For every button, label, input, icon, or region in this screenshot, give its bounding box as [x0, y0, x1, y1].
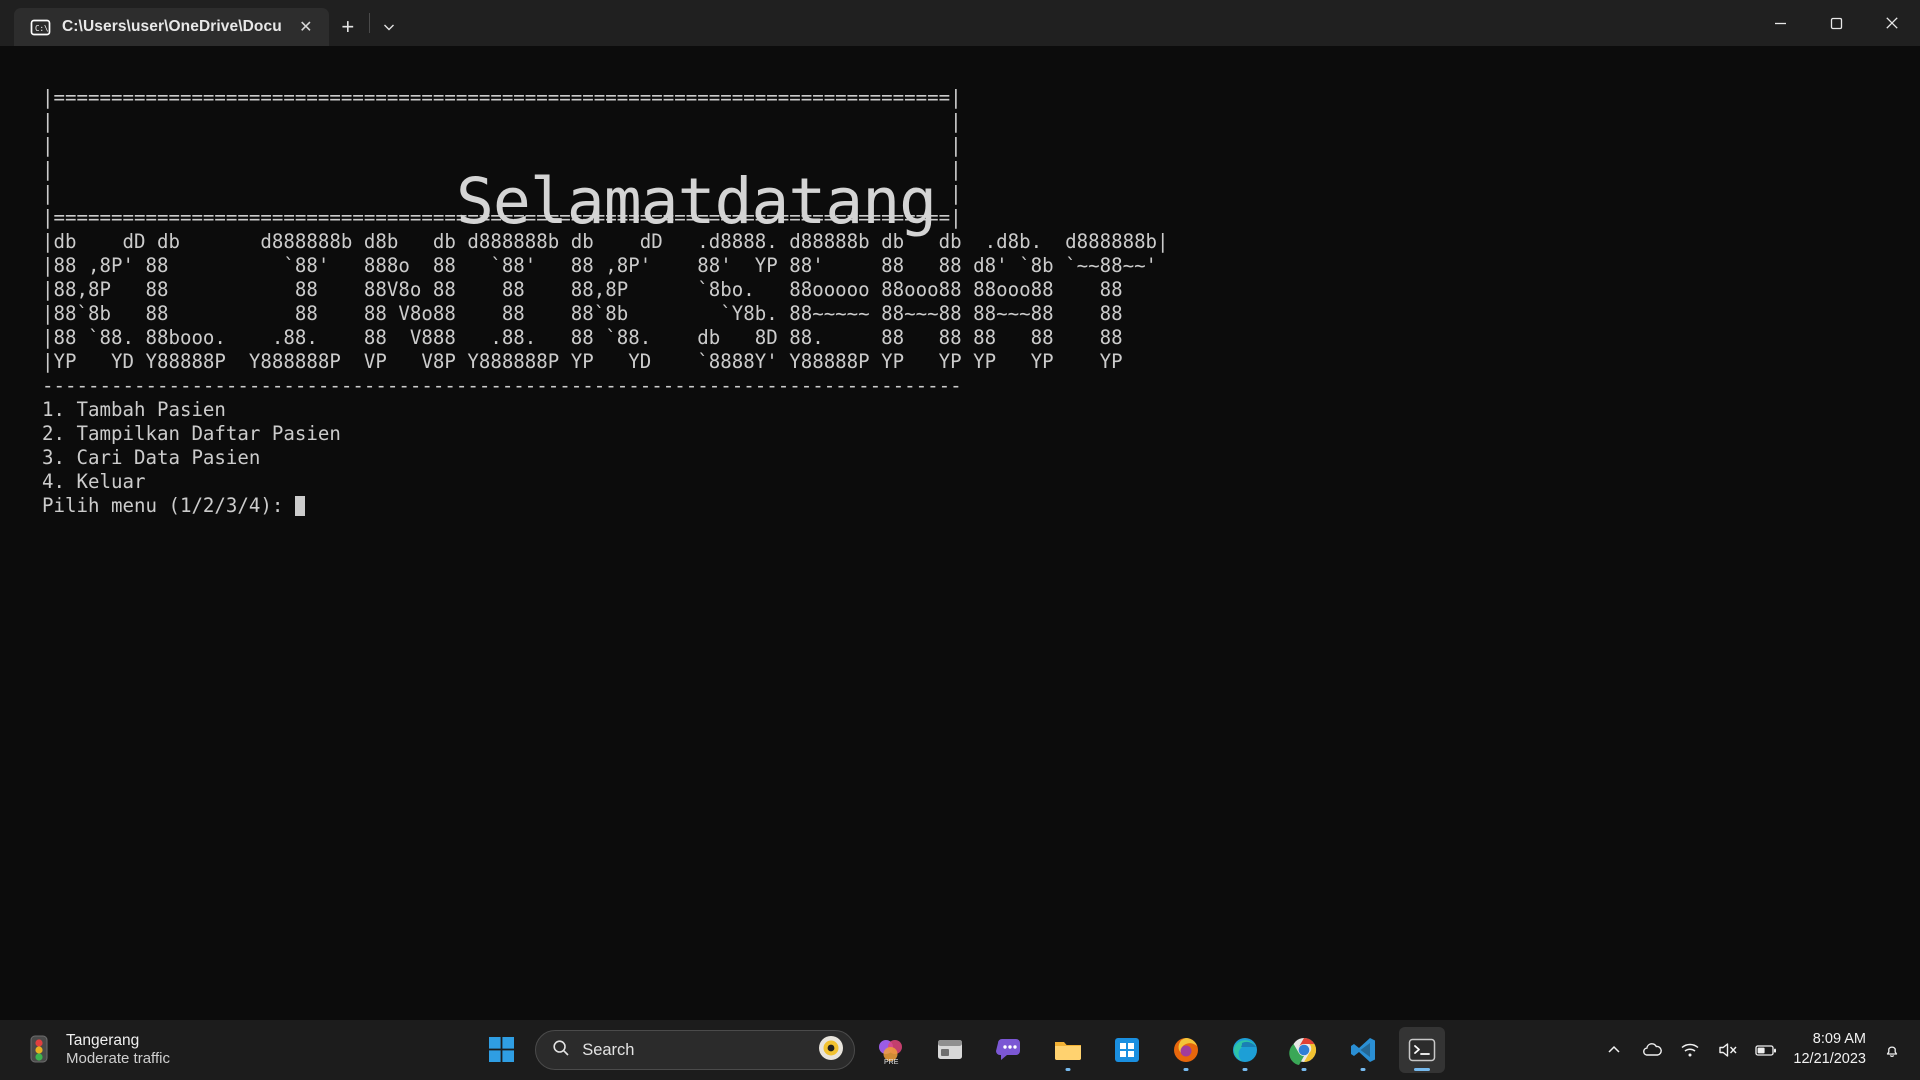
- menu-item-cari-data-pasien[interactable]: 3. Cari Data Pasien: [42, 446, 1920, 470]
- clock-date: 12/21/2023: [1793, 1051, 1866, 1067]
- weather-condition-label: Moderate traffic: [66, 1050, 170, 1068]
- google-chrome-icon[interactable]: [1281, 1027, 1327, 1073]
- tab-strip: C:\ C:\Users\user\OneDrive\Docu ✕ +: [0, 0, 406, 46]
- prompt-text: Pilih menu (1/2/3/4):: [42, 494, 295, 517]
- windows-start-icon[interactable]: [482, 1030, 522, 1070]
- text-cursor: [294, 496, 305, 516]
- terminal-viewport[interactable]: |=======================================…: [0, 46, 1920, 1020]
- command-prompt-icon: C:\: [30, 17, 51, 38]
- ascii-art-row: |88,8P 88 88 88V8o 88 88 88,8P `8bo. 88o…: [42, 278, 1158, 301]
- banner-blank-1: | |: [42, 110, 962, 133]
- ascii-art-row: |88`8b 88 88 88 V8o88 88 88`8b `Y8b. 88~…: [42, 302, 1158, 325]
- wifi-icon[interactable]: [1673, 1030, 1707, 1070]
- taskbar-center-group: Search PRE: [330, 1027, 1597, 1073]
- banner-title-text: Selamatdatang: [456, 165, 937, 238]
- banner-mid-border: |=======================================…: [42, 206, 962, 229]
- window-controls: [1752, 0, 1920, 46]
- banner-blank-3: | |: [42, 158, 962, 181]
- menu-item-keluar[interactable]: 4. Keluar: [42, 470, 1920, 494]
- tab-dropdown-chevron-down-icon[interactable]: [372, 8, 406, 46]
- vs-code-icon[interactable]: [1340, 1027, 1386, 1073]
- system-tray: 8:09 AM 12/21/2023: [1597, 1030, 1920, 1070]
- ascii-art-row: |88 ,8P' 88 `88' 888o 88 `88' 88 ,8P' 88…: [42, 254, 1158, 277]
- firefox-icon[interactable]: [1163, 1027, 1209, 1073]
- windows-taskbar: Tangerang Moderate traffic Search PRE 8:…: [0, 1020, 1920, 1080]
- taskbar-clock[interactable]: 8:09 AM 12/21/2023: [1787, 1030, 1874, 1069]
- search-icon: [552, 1039, 570, 1061]
- menu-item-tambah-pasien[interactable]: 1. Tambah Pasien: [42, 398, 1920, 422]
- svg-text:PRE: PRE: [884, 1059, 899, 1065]
- close-window-button[interactable]: [1864, 0, 1920, 46]
- file-explorer-icon[interactable]: [1045, 1027, 1091, 1073]
- menu-prompt-line[interactable]: Pilih menu (1/2/3/4):: [42, 494, 1920, 518]
- taskbar-search-input[interactable]: Search: [535, 1030, 856, 1070]
- banner-top-border: |=======================================…: [42, 86, 962, 109]
- speaker-muted-icon[interactable]: [1711, 1030, 1745, 1070]
- chat-icon[interactable]: [986, 1027, 1032, 1073]
- svg-text:C:\: C:\: [35, 24, 49, 33]
- menu-item-tampilkan-daftar-pasien[interactable]: 2. Tampilkan Daftar Pasien: [42, 422, 1920, 446]
- traffic-light-icon: [22, 1033, 56, 1067]
- microsoft-store-icon[interactable]: [1104, 1027, 1150, 1073]
- tabbar-divider: [368, 13, 370, 33]
- adobe-premiere-icon[interactable]: PRE: [868, 1027, 914, 1073]
- tab-title: C:\Users\user\OneDrive\Docu: [62, 18, 282, 35]
- menu-separator: ----------------------------------------…: [42, 374, 962, 397]
- ascii-art-row: |88 `88. 88booo. .88. 88 V888 .88. 88 `8…: [42, 326, 1158, 349]
- windows-terminal-icon[interactable]: [1399, 1027, 1446, 1073]
- terminal-tab[interactable]: C:\ C:\Users\user\OneDrive\Docu ✕: [14, 8, 329, 46]
- microsoft-edge-icon[interactable]: [1222, 1027, 1268, 1073]
- weather-widget[interactable]: Tangerang Moderate traffic: [0, 1031, 330, 1069]
- show-hidden-icons-chevron-up-icon[interactable]: [1597, 1030, 1631, 1070]
- maximize-button[interactable]: [1808, 0, 1864, 46]
- ascii-art-row: |YP YD Y88888P Y888888P VP V8P Y888888P …: [42, 350, 1158, 373]
- weather-city-label: Tangerang: [66, 1031, 140, 1049]
- banner-blank-4: | |: [42, 182, 962, 205]
- clock-time: 8:09 AM: [1812, 1031, 1866, 1048]
- ascii-art-row: |db dD db d888888b d8b db d888888b db dD…: [42, 230, 1169, 253]
- search-placeholder: Search: [582, 1040, 635, 1059]
- battery-icon[interactable]: [1749, 1030, 1783, 1070]
- new-tab-button[interactable]: +: [329, 8, 367, 46]
- onedrive-cloud-icon[interactable]: [1635, 1030, 1669, 1070]
- banner-blank-2: | |: [42, 134, 962, 157]
- window-titlebar: C:\ C:\Users\user\OneDrive\Docu ✕ +: [0, 0, 1920, 46]
- close-tab-icon[interactable]: ✕: [293, 14, 319, 40]
- copilot-icon[interactable]: [816, 1033, 846, 1067]
- minimize-button[interactable]: [1752, 0, 1808, 46]
- widgets-icon[interactable]: [927, 1027, 973, 1073]
- bell-icon[interactable]: [1878, 1030, 1906, 1070]
